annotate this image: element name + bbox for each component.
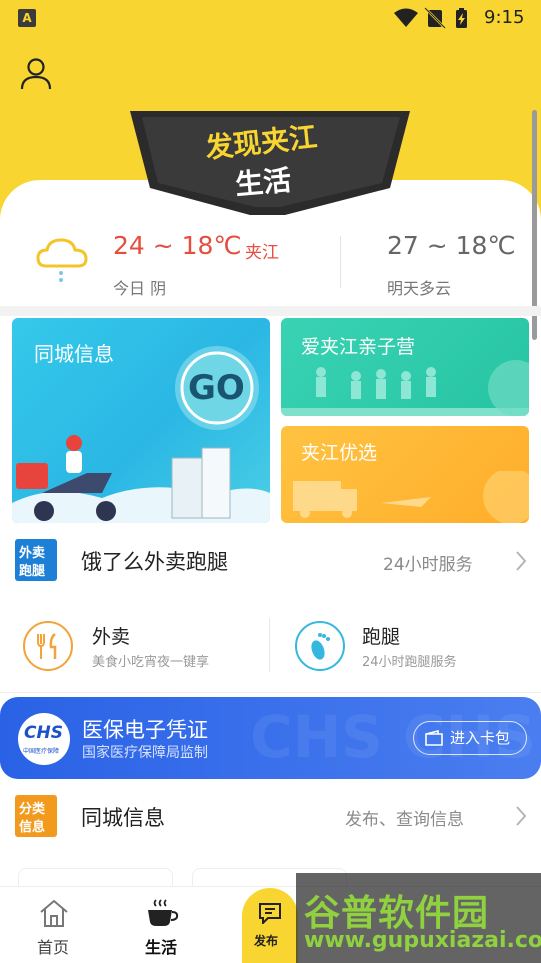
chs-logo: CHS 中国医疗保障: [18, 713, 70, 765]
service-divider: [269, 618, 270, 672]
nav-life[interactable]: 生活: [130, 896, 194, 960]
today-weather-desc: 今日 阴: [113, 279, 167, 298]
cutlery-icon: [23, 621, 73, 671]
jumping-kids-illustration: [281, 360, 529, 416]
chs-subtitle: 国家医疗保障局监制: [82, 745, 208, 761]
takeout-section-hint: 24小时服务: [383, 555, 473, 575]
city-info-title: 同城信息: [81, 806, 165, 830]
publish-button[interactable]: 发布: [242, 888, 298, 963]
tongcheng-card-title: 同城信息: [34, 342, 114, 366]
nav-home-label: 首页: [37, 938, 70, 957]
nav-home[interactable]: 首页: [22, 896, 86, 960]
banner-line2: 生活: [233, 163, 293, 202]
wifi-icon: [394, 8, 418, 27]
message-icon: [259, 903, 281, 924]
nav-life-label: 生活: [145, 938, 178, 957]
status-time: 9:15: [484, 7, 525, 28]
today-temperature: 24 ~ 18℃: [113, 231, 242, 260]
enter-wallet-label: 进入卡包: [450, 729, 511, 747]
tomorrow-temperature: 27 ~ 18℃: [387, 231, 516, 260]
app-notification-icon: A: [18, 9, 36, 27]
status-bar: A 9:15: [0, 0, 541, 36]
weather-divider: [340, 236, 341, 288]
home-icon: [40, 899, 68, 927]
takeout-item-subtitle: 美食小吃宵夜一键享: [92, 655, 210, 670]
sim-off-icon: [424, 7, 446, 29]
errand-item-title: 跑腿: [362, 626, 401, 648]
takeout-errand-row[interactable]: 外卖 跑腿 饿了么外卖跑腿 24小时服务: [0, 530, 541, 592]
discover-banner: 发现夹江 生活: [120, 103, 420, 218]
battery-icon: [456, 8, 467, 28]
cloudy-weather-icon: [36, 238, 88, 282]
watermark-url: www.gupuxiazai.com: [304, 928, 541, 953]
section-divider: [0, 306, 541, 316]
city-label[interactable]: 夹江: [245, 238, 279, 263]
section-line: [0, 692, 541, 693]
takeout-service-item[interactable]: 外卖 美食小吃宵夜一键享: [22, 618, 262, 674]
wallet-icon: [425, 730, 443, 746]
coffee-cup-icon: [148, 899, 179, 926]
takeout-section-title: 饿了么外卖跑腿: [81, 550, 228, 574]
youxuan-card-title: 夹江优选: [301, 442, 378, 464]
takeout-item-title: 外卖: [92, 626, 131, 648]
status-icons: [394, 7, 467, 29]
publish-label: 发布: [254, 934, 279, 948]
delivery-truck-illustration: [293, 471, 529, 523]
city-info-hint: 发布、查询信息: [345, 810, 464, 830]
qinzi-camp-card[interactable]: 爱夹江亲子营: [281, 318, 529, 416]
qinzi-card-title: 爱夹江亲子营: [301, 336, 416, 358]
city-info-row[interactable]: 分类 信息 同城信息 发布、查询信息: [0, 786, 541, 848]
tongcheng-info-card[interactable]: 同城信息 GO: [12, 318, 270, 523]
go-label: GO: [188, 368, 245, 408]
youxuan-card[interactable]: 夹江优选: [281, 426, 529, 523]
chevron-right-icon: [516, 806, 527, 826]
chevron-right-icon: [516, 551, 527, 571]
chs-title: 医保电子凭证: [82, 718, 208, 742]
errand-service-item[interactable]: 跑腿 24小时跑腿服务: [294, 618, 524, 674]
footprint-icon: [295, 621, 345, 671]
errand-item-subtitle: 24小时跑腿服务: [362, 655, 457, 670]
profile-icon[interactable]: [18, 55, 54, 91]
tomorrow-weather-desc: 明天多云: [387, 279, 452, 298]
delivery-scooter-illustration: [12, 435, 270, 523]
takeout-badge-icon: 外卖 跑腿: [15, 539, 57, 581]
category-info-badge-icon: 分类 信息: [15, 795, 57, 837]
enter-wallet-button[interactable]: 进入卡包: [413, 721, 527, 755]
